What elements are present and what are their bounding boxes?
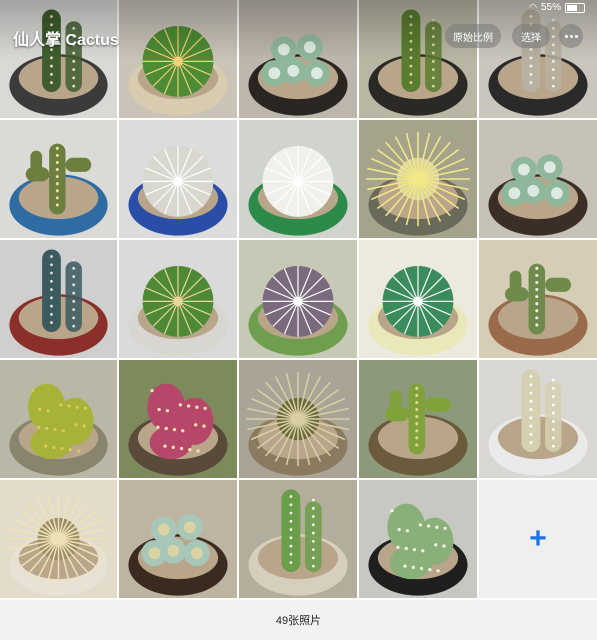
cactus-photo bbox=[119, 480, 237, 598]
photo-thumbnail[interactable] bbox=[0, 0, 117, 118]
photo-thumbnail[interactable] bbox=[239, 360, 357, 478]
photo-thumbnail[interactable] bbox=[239, 0, 357, 118]
photo-thumbnail[interactable] bbox=[239, 240, 357, 358]
photo-thumbnail[interactable] bbox=[479, 0, 597, 118]
cactus-photo bbox=[359, 360, 477, 478]
photo-thumbnail[interactable] bbox=[239, 120, 357, 238]
cactus-photo bbox=[0, 240, 117, 358]
photo-thumbnail[interactable] bbox=[359, 0, 477, 118]
cactus-photo bbox=[359, 120, 477, 238]
photo-thumbnail[interactable] bbox=[359, 120, 477, 238]
cactus-photo bbox=[0, 120, 117, 238]
photo-count: 49张照片 bbox=[0, 600, 597, 640]
cactus-photo bbox=[479, 0, 597, 118]
photo-grid: + bbox=[0, 0, 597, 600]
wifi-icon: ◠ bbox=[529, 2, 537, 12]
cactus-photo bbox=[479, 120, 597, 238]
add-photo-button[interactable]: + bbox=[479, 480, 597, 598]
cactus-photo bbox=[239, 240, 357, 358]
photo-thumbnail[interactable] bbox=[119, 120, 237, 238]
cactus-photo bbox=[0, 0, 117, 118]
photo-thumbnail[interactable] bbox=[359, 360, 477, 478]
photo-thumbnail[interactable] bbox=[119, 240, 237, 358]
cactus-photo bbox=[239, 0, 357, 118]
photo-thumbnail[interactable] bbox=[0, 360, 117, 478]
select-button[interactable]: 选择 bbox=[512, 24, 550, 48]
cactus-photo bbox=[239, 120, 357, 238]
cactus-photo bbox=[0, 480, 117, 598]
photo-thumbnail[interactable] bbox=[119, 480, 237, 598]
cactus-photo bbox=[479, 360, 597, 478]
photo-thumbnail[interactable] bbox=[0, 480, 117, 598]
original-ratio-button[interactable]: 原始比例 bbox=[445, 24, 501, 48]
plus-icon: + bbox=[529, 522, 547, 555]
more-dots-icon bbox=[564, 34, 568, 38]
photo-thumbnail[interactable] bbox=[0, 240, 117, 358]
cactus-photo bbox=[359, 240, 477, 358]
cactus-photo bbox=[359, 0, 477, 118]
photo-thumbnail[interactable] bbox=[479, 120, 597, 238]
cactus-photo bbox=[119, 120, 237, 238]
photo-thumbnail[interactable] bbox=[239, 480, 357, 598]
cactus-photo bbox=[239, 480, 357, 598]
battery-icon bbox=[565, 2, 585, 13]
status-bar: ◠ 55% bbox=[529, 2, 585, 13]
photo-thumbnail[interactable] bbox=[119, 0, 237, 118]
cactus-photo bbox=[119, 0, 237, 118]
cactus-photo bbox=[479, 240, 597, 358]
photo-thumbnail[interactable] bbox=[119, 360, 237, 478]
photo-thumbnail[interactable] bbox=[479, 240, 597, 358]
photo-thumbnail[interactable] bbox=[479, 360, 597, 478]
cactus-photo bbox=[119, 360, 237, 478]
photo-thumbnail[interactable] bbox=[0, 120, 117, 238]
cactus-photo bbox=[359, 480, 477, 598]
cactus-photo bbox=[0, 360, 117, 478]
cactus-photo bbox=[119, 240, 237, 358]
photo-thumbnail[interactable] bbox=[359, 480, 477, 598]
photo-thumbnail[interactable] bbox=[359, 240, 477, 358]
album-title: 仙人掌 Cactus bbox=[13, 32, 119, 49]
more-button[interactable] bbox=[559, 24, 583, 48]
battery-percent: 55% bbox=[540, 2, 561, 13]
cactus-photo bbox=[239, 360, 357, 478]
